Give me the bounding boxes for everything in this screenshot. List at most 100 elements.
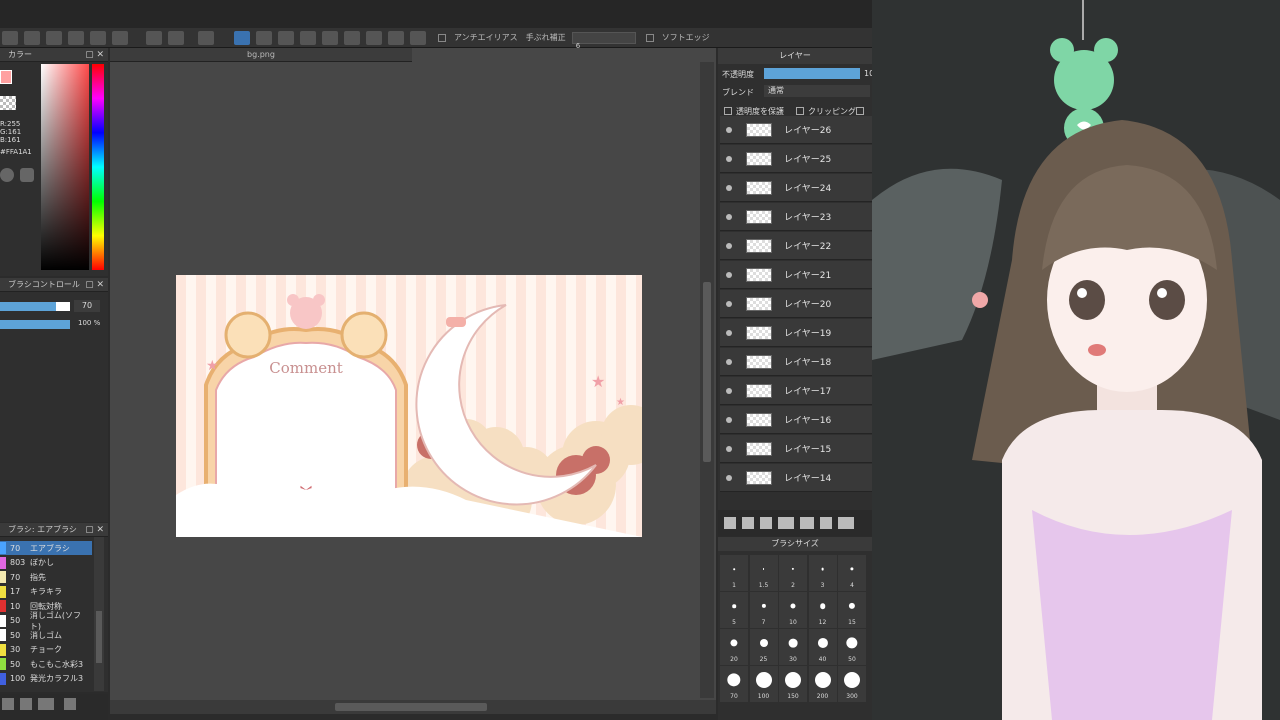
brush-list-item[interactable]: 100 発光カラフル3 [0, 672, 92, 686]
scroll-thumb[interactable] [335, 703, 487, 711]
layer-row[interactable]: レイヤー16 [720, 406, 872, 434]
transparent-swatch[interactable] [0, 96, 16, 110]
saturation-value-picker[interactable] [41, 64, 89, 270]
blend-mode-select[interactable]: 通常 [764, 85, 870, 97]
visibility-icon[interactable] [726, 242, 732, 249]
protect-alpha-checkbox[interactable] [724, 107, 732, 115]
layer-row[interactable]: レイヤー21 [720, 261, 872, 289]
canvas-horizontal-scrollbar[interactable] [110, 700, 716, 714]
settings-icon[interactable] [2, 698, 14, 710]
layout-icon[interactable] [90, 30, 106, 45]
close-icon[interactable]: ▢ ✕ [85, 278, 104, 292]
brush-list-item[interactable]: 803 ぼかし [0, 556, 92, 570]
clipping-checkbox[interactable] [796, 107, 804, 115]
grid-tool-icon[interactable] [278, 30, 294, 45]
brush-list-item[interactable]: 70 指先 [0, 570, 92, 584]
layer-row[interactable]: レイヤー14 [720, 464, 872, 492]
visibility-icon[interactable] [726, 184, 732, 191]
ruler-icon[interactable] [300, 30, 316, 45]
grid-icon[interactable] [2, 30, 18, 45]
visibility-icon[interactable] [726, 445, 732, 452]
document-tab[interactable]: bg.png [110, 48, 412, 62]
brush-size-slider-handle[interactable] [56, 302, 70, 311]
panel-icon[interactable] [112, 30, 128, 45]
undo-icon[interactable] [146, 30, 162, 45]
visibility-icon[interactable] [726, 329, 732, 336]
layer-row[interactable]: レイヤー18 [720, 348, 872, 376]
antialias-checkbox[interactable] [438, 33, 446, 42]
brush-size-preset[interactable]: 20 [720, 629, 748, 665]
brush-size-preset[interactable]: 150 [779, 666, 807, 702]
brush-size-preset[interactable]: 30 [779, 629, 807, 665]
brush-size-preset[interactable]: 5 [720, 592, 748, 628]
delete-brush-icon[interactable] [64, 698, 76, 710]
brush-opacity-slider[interactable] [0, 320, 70, 329]
curve-icon[interactable] [366, 30, 382, 45]
perspective-icon[interactable] [322, 30, 338, 45]
visibility-icon[interactable] [726, 126, 732, 133]
brush-size-preset[interactable]: 200 [808, 666, 837, 702]
canvas-vertical-scrollbar[interactable] [700, 62, 714, 698]
visibility-icon[interactable] [726, 474, 732, 481]
brush-list-item[interactable]: 30 チョーク [0, 643, 92, 657]
layer-row[interactable]: レイヤー22 [720, 232, 872, 260]
brush-size-preset[interactable]: 1 [720, 555, 748, 591]
layer-row[interactable]: レイヤー25 [720, 145, 872, 173]
close-icon[interactable]: ▢ ✕ [85, 48, 104, 62]
save-icon[interactable] [24, 30, 40, 45]
visibility-icon[interactable] [726, 358, 732, 365]
soft-edge-checkbox[interactable] [645, 33, 654, 42]
symmetry-icon[interactable] [388, 30, 404, 45]
layer-row[interactable]: レイヤー26 [720, 116, 872, 144]
new-brush-icon[interactable] [20, 698, 32, 710]
palette-icon[interactable] [0, 168, 14, 182]
lines-tool-icon[interactable] [256, 30, 272, 45]
new-layer-icon[interactable] [724, 517, 736, 529]
print-icon[interactable] [68, 30, 84, 45]
hue-slider[interactable] [92, 64, 104, 270]
brush-size-preset[interactable]: 10 [779, 592, 807, 628]
brush-size-preset[interactable]: 100 [749, 666, 778, 702]
eyedropper-icon[interactable] [20, 168, 34, 182]
deselect-icon[interactable] [198, 30, 214, 45]
foreground-color-swatch[interactable] [0, 70, 12, 84]
folder-icon[interactable] [800, 517, 814, 529]
brush-size-preset[interactable]: 25 [749, 629, 778, 665]
merge-layer-icon[interactable] [820, 517, 832, 529]
visibility-icon[interactable] [726, 416, 732, 423]
layer-opacity-slider[interactable] [764, 68, 860, 79]
brush-size-value[interactable]: 70 [74, 300, 100, 312]
visibility-icon[interactable] [726, 213, 732, 220]
visibility-icon[interactable] [726, 155, 732, 162]
layer-row[interactable]: レイヤー24 [720, 174, 872, 202]
brush-list-item[interactable]: 50 もこもこ水彩3 [0, 657, 92, 671]
brush-size-preset[interactable]: 40 [808, 629, 837, 665]
stabilizer-select[interactable]: 6 [571, 31, 636, 50]
visibility-icon[interactable] [726, 387, 732, 394]
brush-list-item[interactable]: 17 キラキラ [0, 585, 92, 599]
brush-size-preset[interactable]: 50 [838, 629, 866, 665]
layer-row[interactable]: レイヤー23 [720, 203, 872, 231]
brush-size-preset[interactable]: 4 [838, 555, 866, 591]
brush-size-preset[interactable]: 70 [720, 666, 748, 702]
brush-list-item[interactable]: 50 消しゴム [0, 628, 92, 642]
layer-row[interactable]: レイヤー15 [720, 435, 872, 463]
visibility-icon[interactable] [726, 271, 732, 278]
brush-list-item[interactable]: 50 消しゴム(ソフト) [0, 611, 92, 631]
scroll-thumb[interactable] [703, 282, 711, 462]
brush-size-preset[interactable]: 300 [838, 666, 866, 702]
circle-tool-icon[interactable] [234, 30, 250, 45]
duplicate-layer-icon[interactable] [742, 517, 754, 529]
close-icon[interactable]: ▢ ✕ [85, 523, 104, 537]
brush-size-preset[interactable]: 1.5 [749, 555, 778, 591]
layer-row[interactable]: レイヤー20 [720, 290, 872, 318]
concentric-icon[interactable] [344, 30, 360, 45]
brush-size-preset[interactable]: 7 [749, 592, 778, 628]
brush-size-preset[interactable]: 3 [808, 555, 837, 591]
artwork-canvas[interactable]: Comment ⋈ ★ ★ ★ [176, 275, 642, 537]
lock-checkbox[interactable] [856, 107, 864, 115]
brush-list-scroll-thumb[interactable] [96, 611, 102, 663]
brush-menu-icon[interactable] [38, 698, 54, 710]
brush-list-item[interactable]: 70 エアブラシ [0, 541, 92, 555]
layer-menu-icon[interactable] [778, 517, 794, 529]
